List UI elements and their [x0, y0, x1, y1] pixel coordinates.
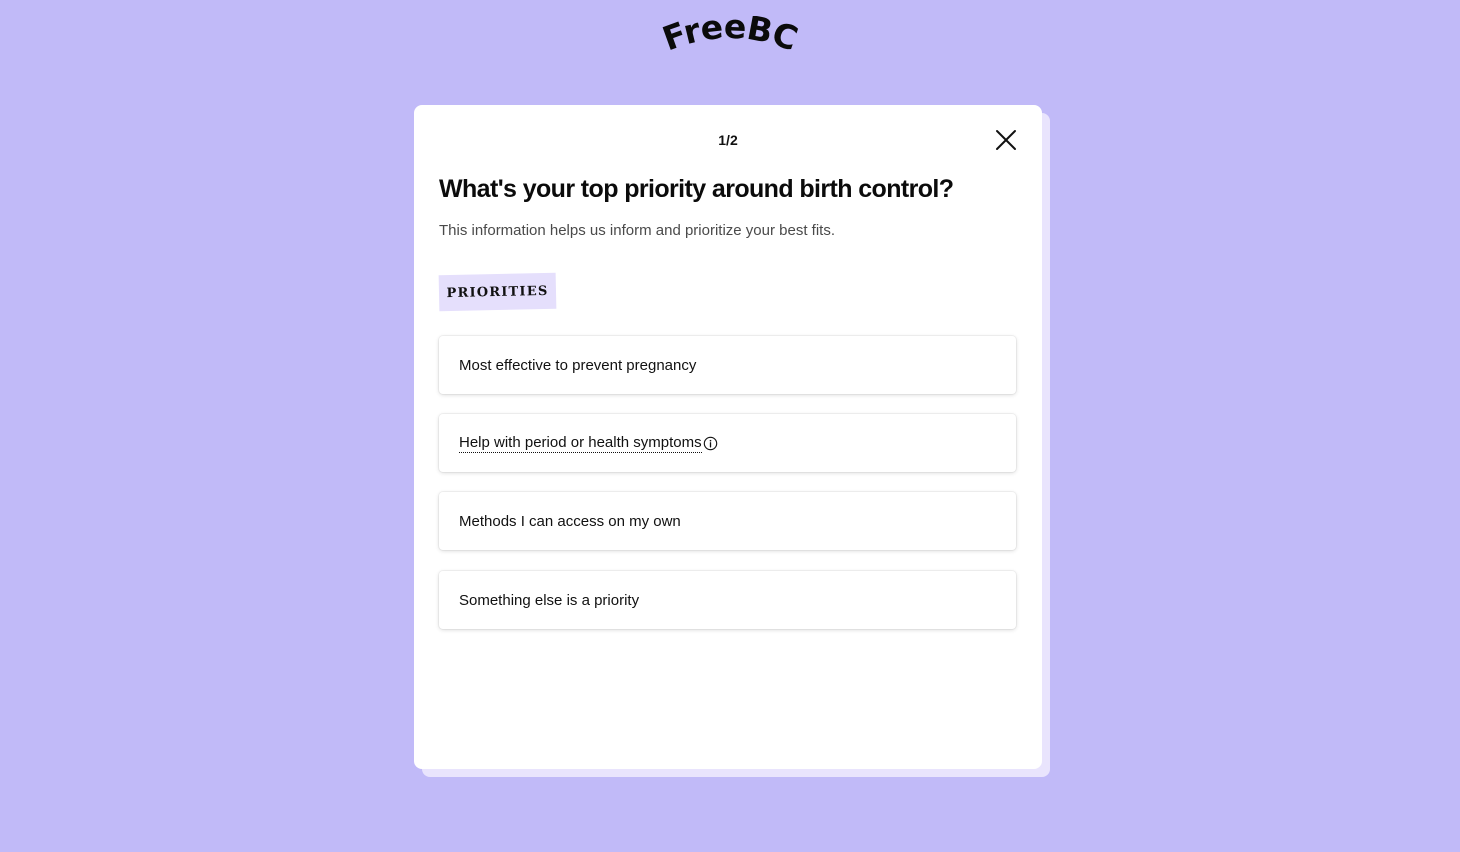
info-icon[interactable] — [703, 436, 718, 451]
question-card: 1/2 What's your top priority around birt… — [414, 105, 1042, 769]
option-period-health[interactable]: Help with period or health symptoms — [439, 414, 1016, 472]
option-most-effective[interactable]: Most effective to prevent pregnancy — [439, 336, 1016, 394]
option-label: Methods I can access on my own — [459, 512, 681, 530]
freebc-logo-icon: FreeBC — [657, 16, 802, 58]
option-label: Most effective to prevent pregnancy — [459, 356, 697, 374]
step-indicator: 1/2 — [718, 132, 738, 148]
section-tag-label: PRIORITIES — [446, 283, 549, 301]
page-subtitle: This information helps us inform and pri… — [439, 222, 835, 239]
logo[interactable]: FreeBC — [640, 16, 820, 66]
logo-text: FreeBC — [657, 16, 802, 58]
option-something-else[interactable]: Something else is a priority — [439, 571, 1016, 629]
page: FreeBC 1/2 What's your top priority arou… — [0, 0, 1460, 852]
svg-text:FreeBC: FreeBC — [657, 16, 802, 58]
option-label: Something else is a priority — [459, 591, 640, 609]
close-icon — [996, 130, 1016, 150]
section-tag: PRIORITIES — [438, 272, 557, 312]
page-title: What's your top priority around birth co… — [439, 175, 954, 203]
close-button[interactable] — [994, 128, 1018, 152]
option-access-own[interactable]: Methods I can access on my own — [439, 492, 1016, 550]
option-label[interactable]: Help with period or health symptoms — [459, 434, 702, 453]
